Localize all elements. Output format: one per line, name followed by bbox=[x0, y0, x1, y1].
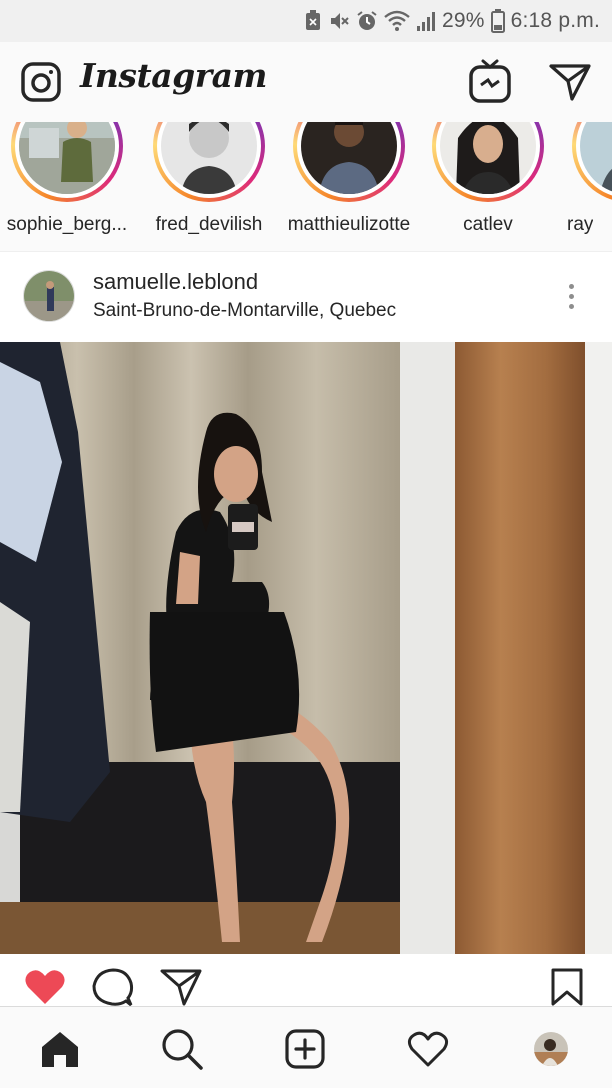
like-button[interactable] bbox=[24, 968, 66, 1011]
story-username: ray bbox=[567, 214, 594, 235]
camera-button[interactable] bbox=[20, 61, 62, 103]
battery-percent: 29% bbox=[442, 9, 485, 32]
story-avatar bbox=[580, 122, 612, 194]
mute-icon bbox=[331, 13, 349, 29]
instagram-logo: Instagram bbox=[80, 56, 267, 95]
comment-button[interactable] bbox=[92, 968, 134, 1011]
igtv-button[interactable] bbox=[468, 58, 512, 104]
nav-activity[interactable] bbox=[404, 1025, 452, 1073]
story-avatar bbox=[301, 122, 397, 194]
share-icon bbox=[160, 969, 202, 1006]
post-header: samuelle.leblond Saint-Bruno-de-Montarvi… bbox=[0, 252, 612, 342]
direct-message-icon bbox=[549, 64, 591, 101]
nav-profile[interactable] bbox=[527, 1025, 575, 1073]
stories-tray: sophie_berg... fred_devilish matthieuliz… bbox=[0, 122, 612, 252]
bottom-nav bbox=[0, 1006, 612, 1088]
status-icons: 29% 6:18 p.m. bbox=[304, 0, 600, 42]
heart-icon bbox=[25, 970, 65, 1004]
activity-icon bbox=[407, 1031, 449, 1067]
story-ring bbox=[432, 122, 544, 202]
alarm-icon bbox=[357, 11, 377, 30]
app-header: Instagram bbox=[0, 42, 612, 122]
story-username: sophie_berg... bbox=[6, 214, 128, 235]
post-photo[interactable] bbox=[0, 342, 612, 954]
more-options-button[interactable] bbox=[556, 278, 586, 314]
story-ring bbox=[293, 122, 405, 202]
nav-new-post[interactable] bbox=[281, 1025, 329, 1073]
story-ring bbox=[572, 122, 612, 202]
story-ring bbox=[11, 122, 123, 202]
wifi-icon bbox=[384, 10, 410, 31]
story-username: catlev bbox=[463, 214, 513, 235]
save-button[interactable] bbox=[550, 968, 584, 1011]
post-username[interactable]: samuelle.leblond bbox=[93, 269, 258, 295]
igtv-icon bbox=[469, 59, 511, 103]
share-button[interactable] bbox=[160, 968, 202, 1011]
story-avatar bbox=[161, 122, 257, 194]
comment-icon bbox=[92, 968, 134, 1007]
bookmark-icon bbox=[551, 968, 583, 1006]
story-username: matthieulizotte bbox=[287, 214, 411, 235]
post-image bbox=[0, 342, 612, 954]
story-avatar bbox=[19, 122, 115, 194]
clock: 6:18 p.m. bbox=[510, 9, 600, 32]
new-post-icon bbox=[285, 1029, 325, 1069]
home-icon bbox=[42, 1032, 78, 1067]
nfc-icon bbox=[306, 10, 320, 30]
post-author-avatar[interactable] bbox=[23, 270, 75, 322]
direct-message-button[interactable] bbox=[548, 62, 592, 102]
signal-icon bbox=[417, 12, 435, 31]
nav-home[interactable] bbox=[36, 1025, 84, 1073]
search-icon bbox=[162, 1029, 203, 1070]
post-actions bbox=[0, 954, 612, 1007]
story-avatar bbox=[440, 122, 536, 194]
more-options-icon bbox=[568, 283, 574, 289]
story-username: fred_devilish bbox=[155, 214, 263, 235]
nav-search[interactable] bbox=[158, 1025, 206, 1073]
battery-icon bbox=[490, 9, 505, 33]
profile-avatar bbox=[534, 1032, 568, 1066]
post-location[interactable]: Saint-Bruno-de-Montarville, Quebec bbox=[93, 300, 396, 322]
story-ring bbox=[153, 122, 265, 202]
status-bar: 29% 6:18 p.m. bbox=[0, 0, 612, 42]
camera-icon bbox=[21, 62, 61, 102]
